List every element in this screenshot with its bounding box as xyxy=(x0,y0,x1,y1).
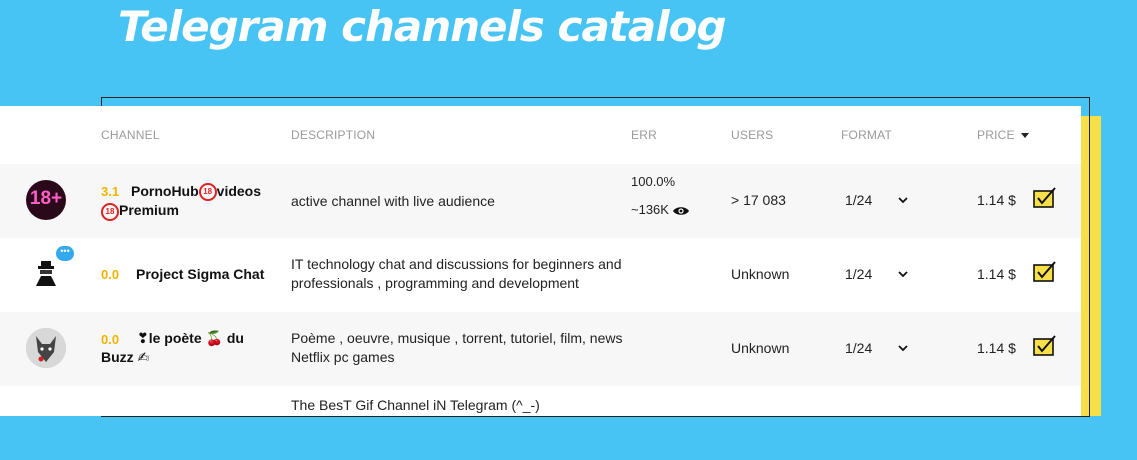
page-title: Telegram channels catalog xyxy=(118,2,727,51)
sort-desc-icon xyxy=(1020,133,1029,139)
table-row: ••• 0.0 Project Sigma Chat IT technology… xyxy=(0,238,1081,312)
channel-name[interactable]: Project Sigma Chat xyxy=(136,265,264,284)
header-description: DESCRIPTION xyxy=(291,128,376,142)
wolf-icon xyxy=(26,328,66,368)
header-users[interactable]: USERS xyxy=(731,128,773,142)
channel-rating: 3.1 xyxy=(101,184,120,199)
chevron-down-icon[interactable] xyxy=(898,340,908,355)
table-row: 0.0 ❣le poète 🍒 du Buzz ✍ Poème , oeuvre… xyxy=(0,312,1081,386)
eighteen-plus-icon: 18 xyxy=(198,183,217,202)
avatar-label: 18+ xyxy=(29,188,63,209)
format-select[interactable]: 1/24 xyxy=(845,192,872,208)
channel-name-part: PornoHub xyxy=(131,183,199,199)
channel-description: active channel with live audience xyxy=(291,193,495,209)
header-price-label: PRICE xyxy=(977,128,1015,142)
eighteen-plus-icon: 18 xyxy=(101,202,119,221)
channel-name-part: ❣le poète xyxy=(137,330,202,346)
header-channel[interactable]: CHANNEL xyxy=(101,128,160,142)
users-count: Unknown xyxy=(731,266,790,282)
channel-name-part: Buzz ✍ xyxy=(101,349,150,365)
format-select[interactable]: 1/24 xyxy=(845,340,872,356)
header-err[interactable]: ERR xyxy=(631,128,657,142)
chevron-down-icon[interactable] xyxy=(898,266,908,281)
err-views-value: ~136K xyxy=(631,202,669,217)
select-checkbox[interactable] xyxy=(1032,261,1056,283)
channel-name[interactable]: PornoHub 18 videos 18 Premium xyxy=(101,182,262,221)
header-format[interactable]: FORMAT xyxy=(841,128,892,142)
channel-description: IT technology chat and discussions for b… xyxy=(291,256,622,291)
table-row: 18+ 3.1 PornoHub 18 videos 18 Premium activ… xyxy=(0,164,1081,238)
avatar[interactable] xyxy=(26,328,66,368)
avatar[interactable]: 18+ xyxy=(26,180,66,220)
eye-icon xyxy=(672,206,689,215)
users-count: Unknown xyxy=(731,340,790,356)
catalog-table: CHANNEL DESCRIPTION ERR USERS FORMAT PRI… xyxy=(0,106,1081,416)
format-select[interactable]: 1/24 xyxy=(845,266,872,282)
err-views: ~136K xyxy=(631,202,690,217)
channel-rating: 0.0 xyxy=(101,332,120,347)
channel-description: Poème , oeuvre, musique , torrent, tutor… xyxy=(291,330,623,365)
err-percent: 100.0% xyxy=(631,174,676,189)
select-checkbox[interactable] xyxy=(1032,335,1056,357)
channel-name-part: 🍒 du xyxy=(205,330,244,346)
price: 1.14 $ xyxy=(977,192,1016,208)
chat-bubble-icon: ••• xyxy=(56,246,74,261)
select-checkbox[interactable] xyxy=(1032,187,1056,209)
channel-rating: 0.0 xyxy=(101,267,120,282)
table-header: CHANNEL DESCRIPTION ERR USERS FORMAT PRI… xyxy=(0,106,1081,164)
price: 1.14 $ xyxy=(977,340,1016,356)
header-price[interactable]: PRICE xyxy=(977,128,1029,142)
users-count: > 17 083 xyxy=(731,192,786,208)
table-row: The BesT Gif Channel iN Telegram (^_-) xyxy=(0,386,1081,460)
channel-name[interactable]: ❣le poète 🍒 du Buzz ✍ xyxy=(101,329,244,367)
price: 1.14 $ xyxy=(977,266,1016,282)
chevron-down-icon[interactable] xyxy=(898,192,908,207)
channel-name-part: videos xyxy=(216,183,262,199)
channel-name-part: Premium xyxy=(119,202,179,219)
